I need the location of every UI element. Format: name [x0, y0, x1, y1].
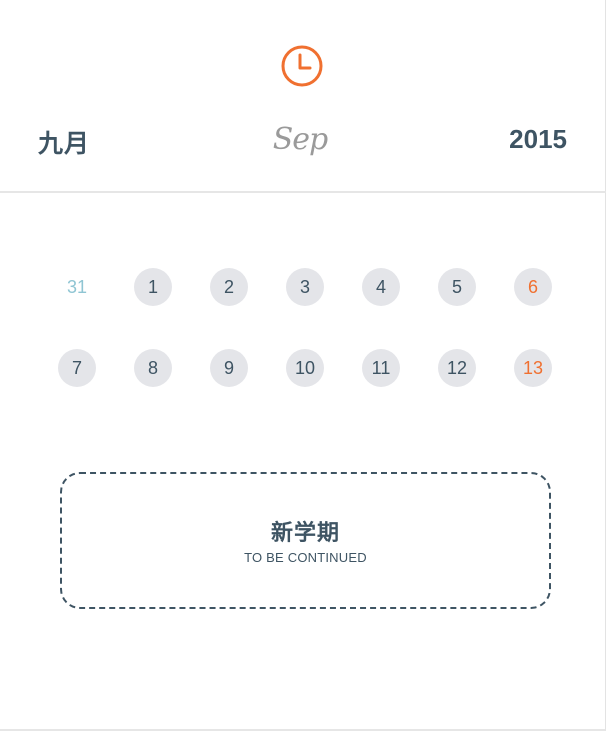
year-label: 2015 [509, 124, 567, 154]
calendar-day[interactable]: 10 [286, 349, 324, 387]
clock-icon[interactable] [280, 44, 324, 88]
calendar-day[interactable]: 2 [210, 268, 248, 306]
calendar-day[interactable]: 1 [134, 268, 172, 306]
semester-note-box[interactable]: 新学期 TO BE CONTINUED [60, 472, 551, 609]
calendar-day[interactable]: 4 [362, 268, 400, 306]
calendar-day[interactable]: 8 [134, 349, 172, 387]
calendar-day[interactable]: 12 [438, 349, 476, 387]
calendar-day[interactable]: 3 [286, 268, 324, 306]
calendar-day[interactable]: 31 [58, 268, 96, 306]
calendar-day[interactable]: 13 [514, 349, 552, 387]
note-subtitle: TO BE CONTINUED [244, 550, 367, 565]
calendar-day[interactable]: 11 [362, 349, 400, 387]
calendar-day[interactable]: 5 [438, 268, 476, 306]
header-divider [0, 191, 606, 193]
calendar-day[interactable]: 9 [210, 349, 248, 387]
calendar-day[interactable]: 6 [514, 268, 552, 306]
note-title: 新学期 [270, 521, 340, 546]
calendar-card: 九月 Sep 2015 31 1 2 3 4 5 6 7 8 9 10 11 1… [0, 0, 606, 731]
calendar-grid: 31 1 2 3 4 5 6 7 8 9 10 11 12 13 [58, 268, 552, 387]
calendar-day[interactable]: 7 [58, 349, 96, 387]
